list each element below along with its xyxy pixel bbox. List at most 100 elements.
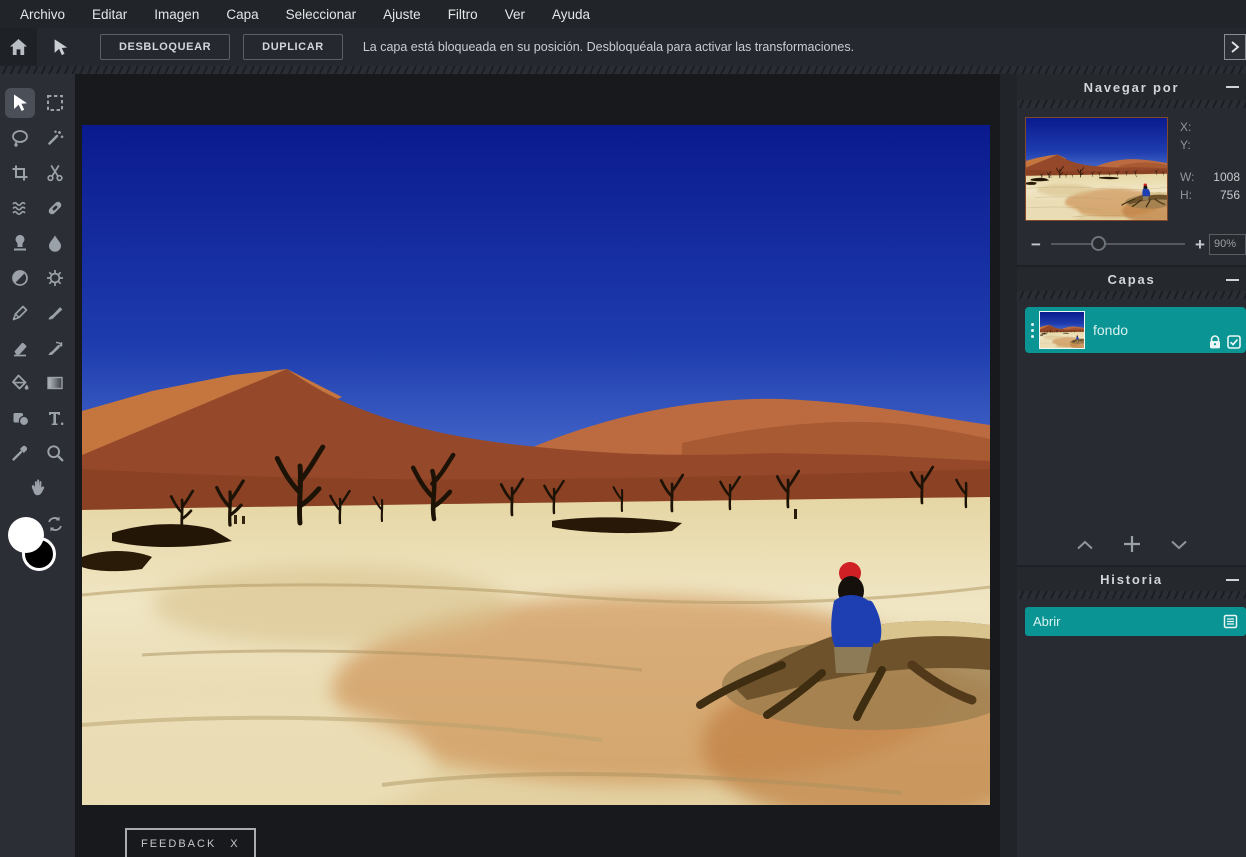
- navigator-thumbnail-image: [1026, 118, 1167, 220]
- tool-heal[interactable]: [40, 193, 70, 223]
- menu-item-ajuste[interactable]: Ajuste: [383, 7, 421, 22]
- current-tool-indicator: [37, 28, 83, 66]
- layers-collapse-button[interactable]: [1224, 272, 1240, 288]
- scissors-icon: [45, 163, 65, 183]
- menu-item-imagen[interactable]: Imagen: [154, 7, 199, 22]
- tool-lasso[interactable]: [5, 123, 35, 153]
- pointer-tool-icon: [51, 38, 69, 57]
- tool-shape[interactable]: [5, 403, 35, 433]
- width-value: 1008: [1213, 170, 1240, 188]
- dodge-burn-icon: [10, 268, 30, 288]
- heal-bandage-icon: [45, 198, 65, 218]
- tool-zoom[interactable]: [40, 438, 70, 468]
- minus-icon: [1226, 579, 1239, 581]
- move-layer-down-button[interactable]: [1168, 536, 1190, 555]
- history-hatch: [1017, 591, 1246, 599]
- menu-item-capa[interactable]: Capa: [226, 7, 258, 22]
- home-icon: [9, 38, 28, 56]
- zoom-slider-track: [1051, 243, 1185, 245]
- eyedropper-icon: [10, 443, 30, 463]
- tool-text[interactable]: [40, 403, 70, 433]
- magnifier-icon: [45, 443, 65, 463]
- add-layer-button[interactable]: [1120, 532, 1144, 559]
- chevron-down-icon: [1170, 540, 1188, 550]
- tool-crop[interactable]: [5, 158, 35, 188]
- clone-stamp-icon: [10, 233, 30, 253]
- width-label: W:: [1180, 170, 1194, 188]
- crop-icon: [10, 163, 30, 183]
- canvas-photo[interactable]: [82, 125, 990, 805]
- zoom-percent-input[interactable]: [1209, 234, 1246, 255]
- tool-wand[interactable]: [40, 123, 70, 153]
- zoom-out-button[interactable]: −: [1027, 236, 1045, 253]
- history-content: Abrir: [1017, 599, 1246, 857]
- menu-item-ver[interactable]: Ver: [505, 7, 525, 22]
- feedback-close[interactable]: X: [230, 838, 239, 850]
- blur-drop-icon: [45, 233, 65, 253]
- zoom-slider[interactable]: [1051, 236, 1185, 252]
- menu-item-seleccionar[interactable]: Seleccionar: [286, 7, 357, 22]
- y-label: Y:: [1180, 138, 1191, 156]
- navigator-collapse-button[interactable]: [1224, 79, 1240, 95]
- zoom-controls: − +: [1017, 229, 1246, 259]
- height-value: 756: [1220, 188, 1240, 206]
- navigator-thumbnail[interactable]: [1025, 117, 1168, 221]
- tool-liquify[interactable]: [5, 193, 35, 223]
- tool-hand[interactable]: [23, 473, 53, 503]
- fill-bucket-icon: [10, 373, 30, 393]
- shape-icon: [10, 408, 30, 428]
- chevron-right-icon: [1230, 41, 1240, 53]
- panel-collapse-button[interactable]: [1224, 34, 1246, 60]
- history-collapse-button[interactable]: [1224, 572, 1240, 588]
- panel-resize-gutter[interactable]: [1000, 74, 1017, 857]
- layer-drag-handle[interactable]: [1025, 323, 1039, 338]
- tool-fill[interactable]: [5, 368, 35, 398]
- tool-picker[interactable]: [5, 438, 35, 468]
- x-label: X:: [1180, 120, 1191, 138]
- history-item-abrir[interactable]: Abrir: [1025, 607, 1246, 636]
- tool-cutout[interactable]: [40, 158, 70, 188]
- navigator-title: Navegar por: [1084, 80, 1180, 95]
- menu-item-filtro[interactable]: Filtro: [448, 7, 478, 22]
- tool-gradient[interactable]: [40, 368, 70, 398]
- duplicate-button[interactable]: DUPLICAR: [243, 34, 343, 60]
- magic-wand-icon: [45, 128, 65, 148]
- unlock-button[interactable]: DESBLOQUEAR: [100, 34, 230, 60]
- layer-row-fondo[interactable]: fondo: [1025, 307, 1246, 353]
- tool-detail[interactable]: [40, 263, 70, 293]
- menu-item-editar[interactable]: Editar: [92, 7, 127, 22]
- canvas-area[interactable]: FEEDBACK X: [75, 74, 1000, 857]
- color-swatches: [0, 511, 75, 591]
- lasso-icon: [10, 128, 30, 148]
- swap-colors-icon[interactable]: [46, 515, 64, 533]
- foreground-color-swatch[interactable]: [8, 517, 44, 553]
- tool-arrange[interactable]: [5, 88, 35, 118]
- feedback-label: FEEDBACK: [141, 838, 216, 850]
- menu-bar: Archivo Editar Imagen Capa Seleccionar A…: [0, 0, 1246, 28]
- move-layer-up-button[interactable]: [1074, 536, 1096, 555]
- home-button[interactable]: [0, 28, 37, 66]
- tool-clone[interactable]: [5, 228, 35, 258]
- layer-lock-icon[interactable]: [1209, 335, 1221, 349]
- zoom-in-button[interactable]: +: [1191, 236, 1209, 253]
- layers-footer: [1017, 532, 1246, 559]
- tool-blur[interactable]: [40, 228, 70, 258]
- layer-visibility-checkbox[interactable]: [1227, 335, 1241, 349]
- layers-content: fondo: [1017, 299, 1246, 565]
- history-document-icon: [1223, 614, 1238, 629]
- tool-dodge-burn[interactable]: [5, 263, 35, 293]
- tool-eraser[interactable]: [5, 333, 35, 363]
- tool-draw[interactable]: [40, 298, 70, 328]
- tool-pen[interactable]: [5, 298, 35, 328]
- pen-icon: [10, 303, 30, 323]
- feedback-button[interactable]: FEEDBACK X: [125, 828, 256, 857]
- tool-smudge[interactable]: [40, 333, 70, 363]
- menu-item-archivo[interactable]: Archivo: [20, 7, 65, 22]
- detail-gear-icon: [45, 268, 65, 288]
- menu-item-ayuda[interactable]: Ayuda: [552, 7, 590, 22]
- tool-marquee[interactable]: [40, 88, 70, 118]
- plus-icon: [1122, 534, 1142, 554]
- gradient-icon: [45, 373, 65, 393]
- zoom-slider-handle[interactable]: [1091, 236, 1106, 251]
- minus-icon: [1226, 279, 1239, 281]
